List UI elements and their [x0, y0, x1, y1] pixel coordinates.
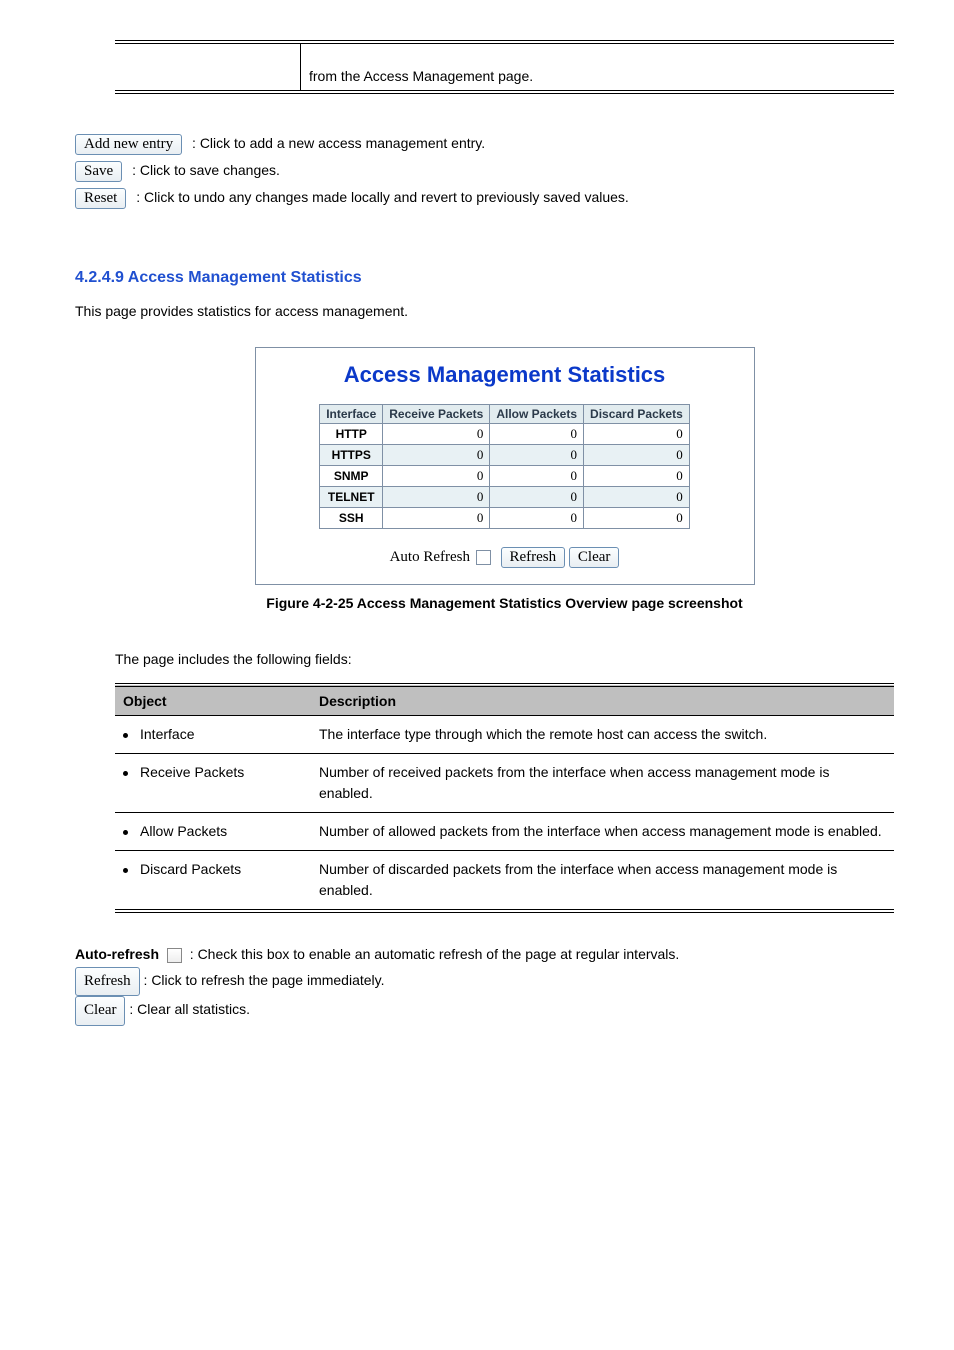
fields-head-object: Object — [115, 685, 311, 716]
bullet-icon — [123, 830, 128, 835]
note-refresh: Refresh : Click to refresh the page imme… — [75, 967, 894, 997]
fields-row: Allow Packets Number of allowed packets … — [115, 813, 894, 851]
checkbox-icon — [167, 948, 182, 963]
section-description: This page provides statistics for access… — [75, 303, 894, 319]
clear-button[interactable]: Clear — [569, 547, 619, 568]
mini-table-right: from the Access Management page. — [301, 44, 894, 90]
col-receive: Receive Packets — [383, 405, 490, 424]
statistics-table: Interface Receive Packets Allow Packets … — [319, 404, 690, 529]
reset-caption: : Click to undo any changes made locally… — [136, 189, 629, 205]
mini-table-text: from the Access Management page. — [309, 68, 533, 84]
table-row: SSH 0 0 0 — [320, 508, 690, 529]
col-interface: Interface — [320, 405, 383, 424]
table-row: SNMP 0 0 0 — [320, 466, 690, 487]
fields-row: Interface The interface type through whi… — [115, 716, 894, 754]
fields-row: Discard Packets Number of discarded pack… — [115, 851, 894, 912]
bullet-icon — [123, 771, 128, 776]
clear-button-bottom[interactable]: Clear — [75, 996, 125, 1026]
col-discard: Discard Packets — [584, 405, 690, 424]
table-row: HTTPS 0 0 0 — [320, 445, 690, 466]
mini-table-left — [115, 44, 301, 90]
note-autorefresh: Auto-refresh : Check this box to enable … — [75, 943, 894, 967]
add-new-entry-button[interactable]: Add new entry — [75, 134, 182, 155]
bullet-icon — [123, 868, 128, 873]
table-header-row: Interface Receive Packets Allow Packets … — [320, 405, 690, 424]
save-caption: : Click to save changes. — [132, 162, 280, 178]
add-entry-caption: : Click to add a new access management e… — [192, 135, 485, 151]
section-heading: 4.2.4.9 Access Management Statistics — [75, 269, 894, 287]
auto-refresh-label: Auto Refresh — [390, 549, 470, 565]
fields-head-desc: Description — [311, 685, 894, 716]
note-clear: Clear : Clear all statistics. — [75, 996, 894, 1026]
add-entry-row: Add new entry : Click to add a new acces… — [75, 134, 894, 155]
notes-block: Auto-refresh : Check this box to enable … — [75, 943, 894, 1026]
table-row: HTTP 0 0 0 — [320, 424, 690, 445]
fields-table: Object Description Interface The interfa… — [115, 683, 894, 913]
fields-header-row: Object Description — [115, 685, 894, 716]
save-button[interactable]: Save — [75, 161, 122, 182]
reset-button[interactable]: Reset — [75, 188, 126, 209]
auto-refresh-checkbox[interactable] — [476, 550, 491, 565]
refresh-button-bottom[interactable]: Refresh — [75, 967, 140, 997]
save-row: Save : Click to save changes. — [75, 161, 894, 182]
col-allow: Allow Packets — [490, 405, 584, 424]
figure-caption: Figure 4-2-25 Access Management Statisti… — [115, 595, 894, 611]
screenshot-title: Access Management Statistics — [260, 362, 750, 388]
fields-row: Receive Packets Number of received packe… — [115, 754, 894, 813]
screenshot-controls: Auto Refresh Refresh Clear — [260, 547, 750, 568]
refresh-button[interactable]: Refresh — [501, 547, 566, 568]
statistics-screenshot: Access Management Statistics Interface R… — [255, 347, 755, 585]
fields-intro: The page includes the following fields: — [115, 651, 894, 667]
top-mini-table: from the Access Management page. — [115, 40, 894, 94]
reset-row: Reset : Click to undo any changes made l… — [75, 188, 894, 209]
bullet-icon — [123, 733, 128, 738]
table-row: TELNET 0 0 0 — [320, 487, 690, 508]
